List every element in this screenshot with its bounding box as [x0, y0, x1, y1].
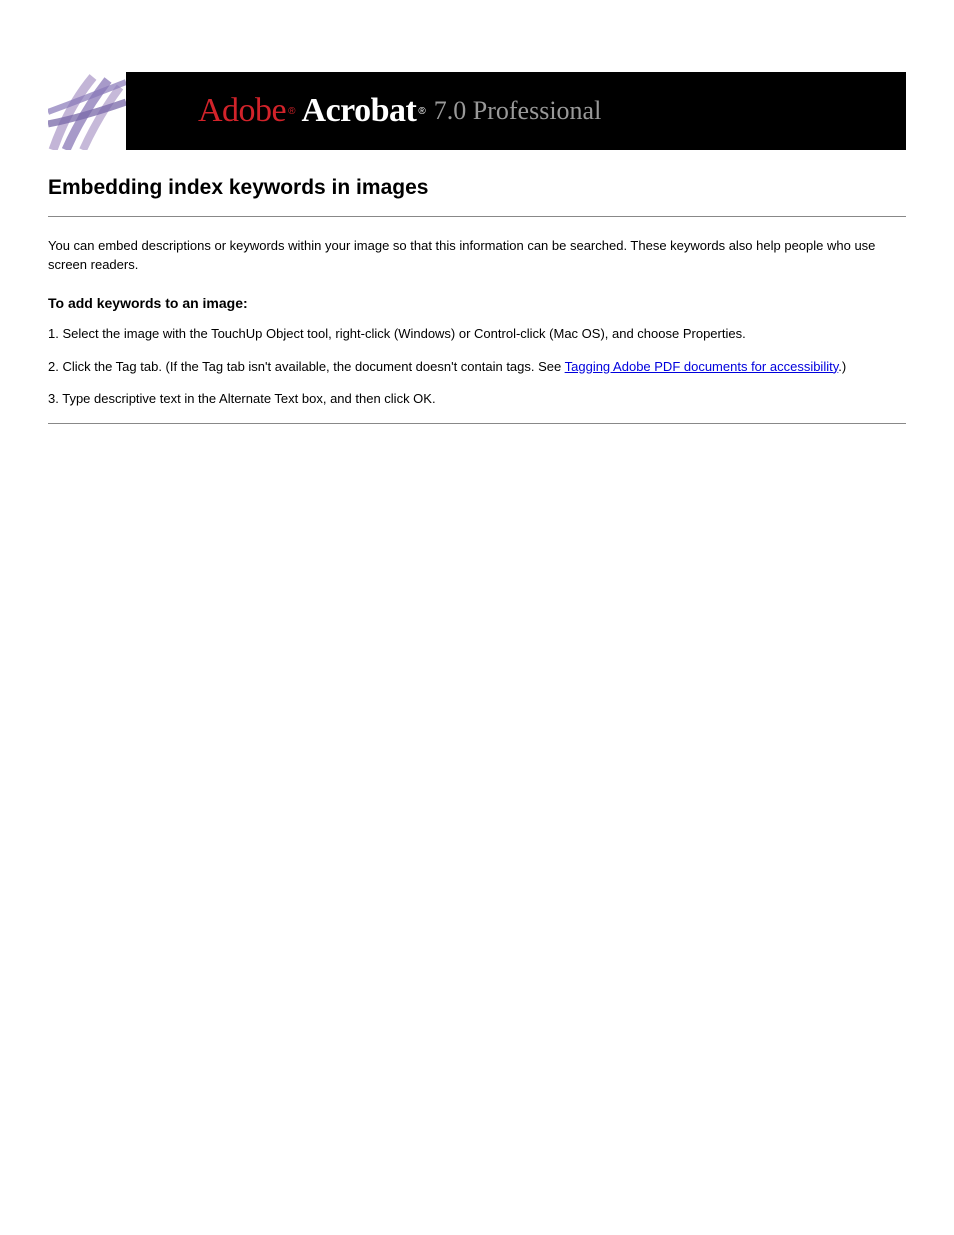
content-area: Embedding index keywords in images You c… — [48, 150, 906, 424]
tagging-accessibility-link[interactable]: Tagging Adobe PDF documents for accessib… — [565, 359, 839, 374]
brand-adobe: Adobe — [198, 92, 286, 130]
reg-mark-1: ® — [288, 106, 295, 117]
step-3: 3. Type descriptive text in the Alternat… — [48, 390, 906, 409]
step-1: 1. Select the image with the TouchUp Obj… — [48, 325, 906, 344]
step-2-suffix: .) — [838, 359, 846, 374]
banner-icon-box — [48, 72, 126, 150]
version-label: 7.0 Professional — [434, 96, 602, 126]
step-2: 2. Click the Tag tab. (If the Tag tab is… — [48, 358, 906, 377]
brand-acrobat: Acrobat — [302, 92, 417, 130]
step-2-prefix: 2. Click the Tag tab. (If the Tag tab is… — [48, 359, 565, 374]
intro-paragraph: You can embed descriptions or keywords w… — [48, 237, 906, 275]
procedure-label: To add keywords to an image: — [48, 295, 906, 311]
banner-text: Adobe® Acrobat® 7.0 Professional — [126, 72, 906, 150]
page-container: Adobe® Acrobat® 7.0 Professional Embeddi… — [0, 0, 954, 472]
page-title: Embedding index keywords in images — [48, 176, 906, 200]
product-banner: Adobe® Acrobat® 7.0 Professional — [48, 72, 906, 150]
divider-bottom — [48, 423, 906, 424]
acrobat-logo-icon — [48, 72, 126, 150]
reg-mark-2: ® — [418, 106, 425, 117]
divider-top — [48, 216, 906, 217]
